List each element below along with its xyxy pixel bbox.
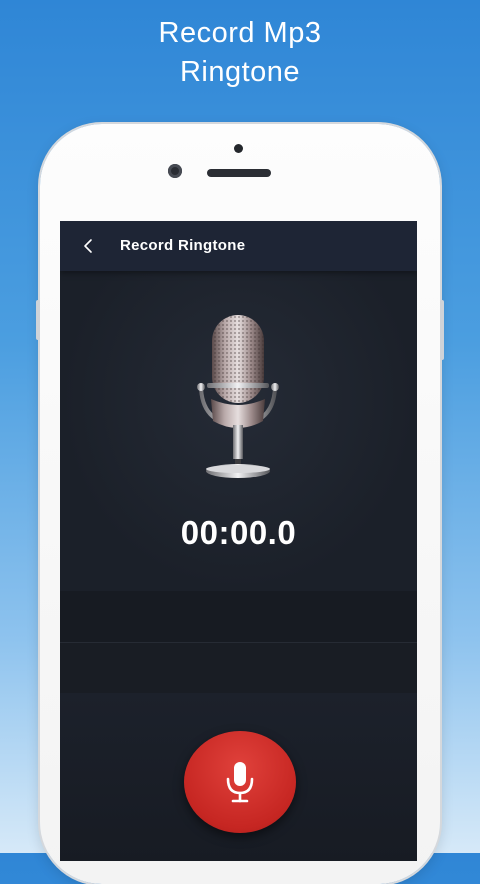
- promo-title-line1: Record Mp3: [158, 17, 322, 49]
- chevron-left-icon[interactable]: [78, 234, 98, 258]
- page-title: Record Ringtone: [120, 237, 246, 254]
- front-camera: [168, 164, 182, 178]
- promo-title-line2: Ringtone: [179, 56, 301, 88]
- record-button[interactable]: [184, 731, 296, 833]
- earpiece-speaker: [207, 169, 271, 177]
- promo-title: Record Mp3 Ringtone: [0, 14, 480, 92]
- recording-timer: 00:00.0: [180, 514, 297, 551]
- app-screen: Record Ringtone 00:00.0: [60, 221, 417, 861]
- app-bar: Record Ringtone: [60, 221, 417, 271]
- proximity-sensor: [234, 144, 243, 153]
- vintage-microphone-image: [197, 315, 279, 478]
- microphone-icon: [226, 762, 254, 803]
- recording-list-row: [60, 643, 417, 693]
- phone-side-button: [440, 300, 444, 360]
- recording-list-row: [60, 591, 417, 643]
- phone-side-button: [36, 300, 40, 340]
